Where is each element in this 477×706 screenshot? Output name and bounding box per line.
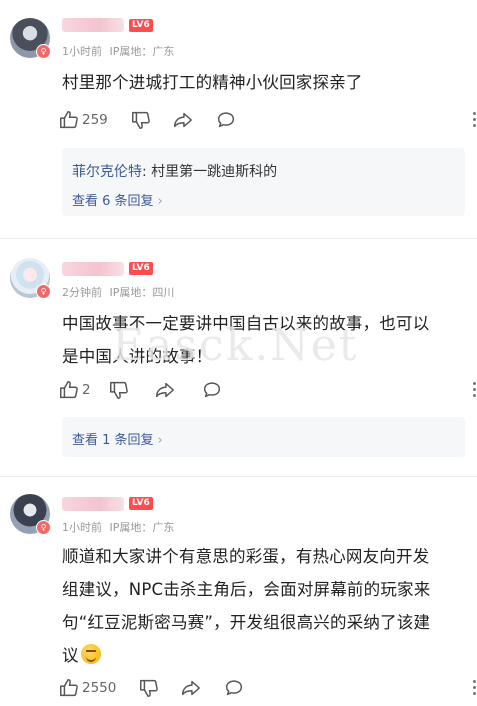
view-replies-label: 查看 6 条回复 [72,194,154,209]
comment-meta: 1小时前 IP属地：广东 [62,43,174,59]
like-icon [60,111,78,129]
comment-time: 1小时前 [62,45,102,58]
dislike-icon [140,679,158,697]
like-button[interactable]: 259 [58,108,108,132]
level-badge: LV6 [129,262,153,275]
like-count: 2 [82,382,91,398]
dislike-icon [110,381,128,399]
username-blurred[interactable] [62,262,124,276]
comment-text-line: 村里那个进城打工的精神小伙回家探亲了 [62,73,363,92]
reply-preview-box[interactable]: 菲尔克伦特: 村里第一跳迪斯科的 查看 6 条回复 › [62,148,465,216]
ip-location: 四川 [152,286,175,299]
share-icon [182,680,200,696]
dislike-button[interactable] [108,378,130,402]
comment-icon [225,680,243,696]
dislike-button[interactable] [138,676,160,700]
view-replies-link[interactable]: 查看 6 条回复 › [72,190,163,209]
comment-text: 顺道和大家讲个有意思的彩蛋，有热心网友向开发 组建议，NPC击杀主角后，会面对屏… [62,540,467,672]
view-replies-link[interactable]: 查看 1 条回复 › [72,429,163,448]
reply-preview: 菲尔克伦特: 村里第一跳迪斯科的 [72,161,277,181]
share-icon [156,382,174,398]
comment-text-line: 组建议，NPC击杀主角后，会面对屏幕前的玩家来 [62,580,431,599]
username-blurred[interactable] [62,497,124,511]
chevron-right-icon: › [157,194,163,209]
share-button[interactable] [172,108,194,132]
username-blurred[interactable] [62,18,124,32]
action-bar: 2550 [58,676,477,700]
ip-label: IP属地： [109,286,153,299]
like-button[interactable]: 2550 [58,676,116,700]
chevron-right-icon: › [157,433,163,448]
dislike-icon [132,111,150,129]
comment-text-line: 是中国人讲的故事！ [62,347,213,366]
avatar[interactable]: ♀ [10,258,51,299]
dislike-button[interactable] [130,108,152,132]
like-icon [60,679,78,697]
level-badge: LV6 [129,19,153,32]
more-icon[interactable] [473,678,477,698]
more-icon[interactable] [473,110,477,130]
view-replies-label: 查看 1 条回复 [72,433,154,448]
share-button[interactable] [154,378,176,402]
comment-meta: 1小时前 IP属地：广东 [62,519,174,535]
avatar[interactable]: ♀ [10,18,51,59]
comment-button[interactable] [215,108,237,132]
avatar[interactable]: ♀ [10,494,51,535]
share-button[interactable] [180,676,202,700]
share-icon [174,112,192,128]
ip-label: IP属地： [109,45,153,58]
comment-time: 2分钟前 [62,286,102,299]
comment-text: 中国故事不一定要讲中国自古以来的故事，也可以 是中国人讲的故事！ [62,307,467,373]
reply-author[interactable]: 菲尔克伦特 [72,164,142,180]
reply-text: 村里第一跳迪斯科的 [151,164,278,180]
action-bar: 2 [58,378,477,402]
like-icon [60,381,78,399]
more-icon[interactable] [473,380,477,400]
divider [0,238,477,239]
comment-icon [217,112,235,128]
gender-badge-icon: ♀ [36,520,51,535]
reply-preview-box[interactable]: 查看 1 条回复 › [62,417,465,457]
comment-icon [203,382,221,398]
reply-separator: : [142,164,152,180]
ip-location: 广东 [152,45,175,58]
ip-label: IP属地： [109,521,153,534]
comment-button[interactable] [201,378,223,402]
comment-text-line: 议 [62,646,79,665]
divider [0,476,477,477]
action-bar: 259 [58,108,477,132]
comment-button[interactable] [223,676,245,700]
smirk-emoji-icon [80,644,101,664]
comment-text-line: 句“红豆泥斯密马赛”，开发组很高兴的采纳了该建 [62,613,431,632]
comment-text-line: 中国故事不一定要讲中国自古以来的故事，也可以 [62,314,430,333]
like-button[interactable]: 2 [58,378,91,402]
gender-badge-icon: ♀ [36,44,51,59]
comment-meta: 2分钟前 IP属地：四川 [62,284,174,300]
level-badge: LV6 [129,497,153,510]
comment-time: 1小时前 [62,521,102,534]
ip-location: 广东 [152,521,175,534]
like-count: 2550 [82,680,117,696]
comment-text: 村里那个进城打工的精神小伙回家探亲了 [62,66,467,99]
like-count: 259 [82,112,108,128]
comment-text-line: 顺道和大家讲个有意思的彩蛋，有热心网友向开发 [62,547,430,566]
gender-badge-icon: ♀ [36,284,51,299]
